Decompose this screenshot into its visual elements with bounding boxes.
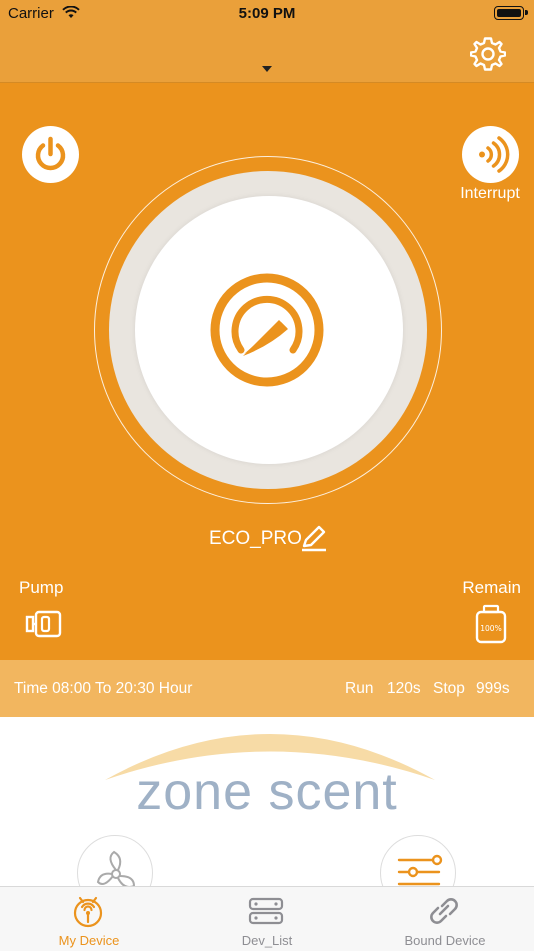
interrupt-button[interactable] — [462, 126, 519, 183]
remain-level-text: 100% — [480, 624, 501, 633]
tab-label: My Device — [58, 933, 120, 948]
stop-value: 999s — [476, 680, 510, 697]
tab-label: Dev_List — [241, 933, 293, 948]
remain-label: Remain — [462, 578, 521, 597]
stop-label: Stop — [433, 680, 465, 697]
signal-waves-icon — [479, 136, 510, 173]
interrupt-label: Interrupt — [460, 185, 520, 202]
run-label: Run — [345, 680, 374, 697]
pencil-icon[interactable] — [300, 524, 328, 552]
battery-icon — [494, 6, 528, 20]
power-button[interactable] — [22, 126, 79, 183]
power-icon — [35, 136, 66, 171]
schedule-time: Time 08:00 To 20:30 Hour — [14, 680, 193, 697]
link-icon — [430, 898, 458, 924]
tab-bound-device[interactable]: Bound Device — [356, 886, 534, 950]
gear-icon[interactable] — [470, 36, 506, 72]
pump-icon[interactable] — [24, 608, 62, 640]
caret-down-icon[interactable] — [262, 66, 272, 72]
pump-label: Pump — [19, 578, 64, 597]
speedometer-icon — [210, 273, 324, 387]
tab-my-device[interactable]: My Device — [0, 886, 178, 950]
run-value: 120s — [387, 680, 421, 697]
status-time: 5:09 PM — [238, 5, 296, 22]
bottle-icon[interactable]: 100% — [474, 604, 508, 644]
tab-dev-list[interactable]: Dev_List — [178, 886, 356, 950]
server-list-icon — [248, 897, 284, 925]
device-name: ECO_PRO — [209, 528, 302, 549]
device-signal-icon — [73, 896, 103, 928]
tab-label: Bound Device — [404, 933, 486, 948]
brand-logo: zone scent — [136, 763, 398, 821]
